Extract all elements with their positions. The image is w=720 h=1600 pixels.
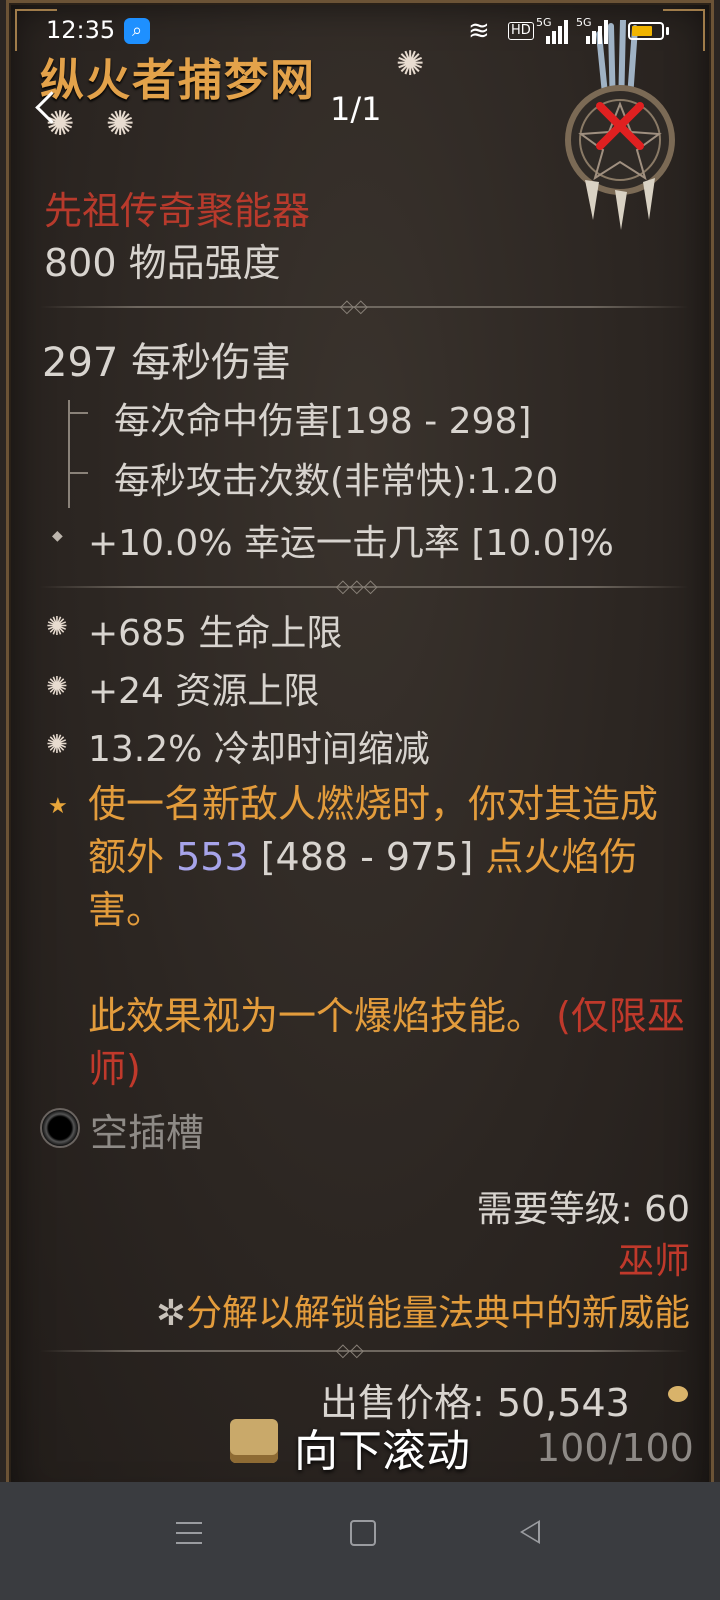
home-icon[interactable] xyxy=(350,1520,376,1546)
item-power: 800 物品强度 xyxy=(44,241,281,285)
divider-ornament: ◇◇◇ xyxy=(336,576,378,597)
scroll-chest-icon xyxy=(230,1419,278,1463)
status-bar: 12:35 ⌕ ≋ HD 5G 5G xyxy=(0,0,720,62)
divider-ornament: ◇◇ xyxy=(340,296,368,317)
sub-stat-tick xyxy=(70,472,88,474)
legendary-power-text: 使一名新敌人燃烧时，你对其造成额外 553 [488 - 975] 点火焰伤害。 xyxy=(88,782,659,932)
quality-star-icon: ✺ xyxy=(106,104,135,144)
status-time: 12:35 xyxy=(46,16,116,44)
signal-icon: 5G xyxy=(576,16,608,44)
socket-label: 空插槽 xyxy=(90,1111,205,1155)
battery-cap xyxy=(666,27,669,35)
affix-life: +685 生命上限 xyxy=(88,613,343,654)
affix-cooldown: 13.2% 冷却时间缩减 xyxy=(88,729,430,770)
lucky-hit-stat: +10.0% 幸运一击几率 [10.0]% xyxy=(88,523,614,564)
damage-per-hit: 每次命中伤害[198 - 298] xyxy=(114,401,532,442)
nav-back-icon[interactable] xyxy=(520,1520,540,1544)
item-rarity: 先祖传奇聚能器 xyxy=(44,189,311,233)
affix-bullet-icon: ✺ xyxy=(46,672,68,702)
page-counter: 1/1 xyxy=(330,90,382,128)
attack-speed: 每秒攻击次数(非常快):1.20 xyxy=(114,461,559,502)
affix-bullet-icon: ✺ xyxy=(46,730,68,760)
divider xyxy=(40,1350,688,1352)
empty-socket-icon xyxy=(40,1108,80,1148)
required-class: 巫师 xyxy=(617,1241,690,1282)
sub-stat-tick xyxy=(70,412,88,414)
scroll-down-label: 向下滚动 xyxy=(294,1426,470,1477)
system-nav-bar xyxy=(0,1482,720,1600)
durability: 100/100 xyxy=(536,1426,694,1470)
divider-ornament: ◇◇ xyxy=(336,1340,364,1361)
legendary-note: 此效果视为一个爆焰技能。 (仅限巫师) xyxy=(88,994,685,1091)
battery-level xyxy=(632,26,652,36)
signal-icon: 5G xyxy=(536,16,568,44)
legendary-range: [488 - 975] xyxy=(248,835,474,879)
sub-stat-connector xyxy=(68,400,70,508)
back-button[interactable] xyxy=(34,92,60,126)
network-badge: HD xyxy=(508,22,534,40)
gold-coin-icon xyxy=(668,1386,688,1402)
legendary-value: 553 xyxy=(176,835,249,879)
salvage-icon: ✲ xyxy=(155,1293,186,1334)
affix-bullet-icon: ✺ xyxy=(46,612,68,642)
dps-stat: 297 每秒伤害 xyxy=(42,340,292,386)
wifi-icon: ≋ xyxy=(468,16,490,46)
menu-icon[interactable] xyxy=(176,1522,202,1544)
search-app-icon: ⌕ xyxy=(124,18,150,44)
diamond-bullet-icon: ◆ xyxy=(52,528,63,544)
battery-icon xyxy=(628,22,664,40)
required-level: 需要等级: 60 xyxy=(476,1189,690,1230)
affix-resource: +24 资源上限 xyxy=(88,671,320,712)
legendary-star-icon: ★ xyxy=(48,794,68,819)
salvage-note: ✲分解以解锁能量法典中的新威能 xyxy=(155,1293,690,1334)
